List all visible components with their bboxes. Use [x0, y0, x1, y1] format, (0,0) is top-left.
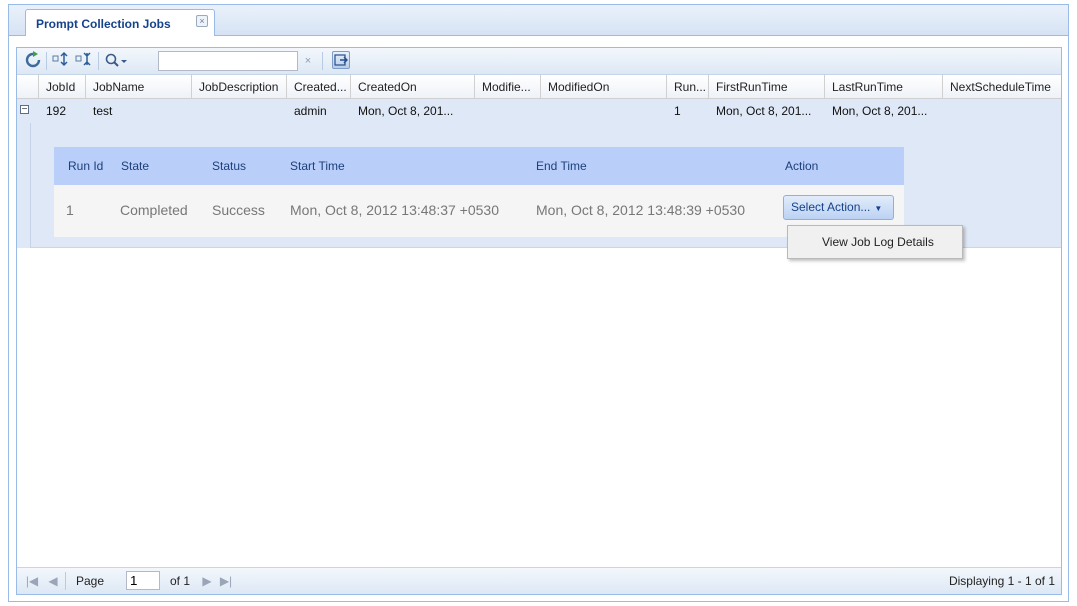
- cell-createdon: Mon, Oct 8, 201...: [358, 104, 454, 118]
- search-options-icon[interactable]: [103, 51, 129, 71]
- col-header-action[interactable]: Action: [785, 147, 818, 185]
- page-label: Page: [75, 574, 105, 588]
- page-count-label: of 1: [169, 574, 190, 588]
- grid-toolbar: ×: [17, 48, 1061, 75]
- first-page-icon[interactable]: |◀: [25, 572, 39, 590]
- run-details-header: Run Id State Status Start Time End Time …: [54, 147, 904, 185]
- col-header-firstruntime[interactable]: FirstRunTime: [709, 75, 825, 99]
- col-header-status[interactable]: Status: [212, 147, 246, 185]
- jobs-grid-panel: × JobId JobName JobDescription Created..…: [16, 47, 1062, 595]
- page-number-input[interactable]: [126, 571, 160, 590]
- col-header-modifiedby[interactable]: Modifie...: [475, 75, 541, 99]
- cell-jobid: 192: [46, 104, 67, 118]
- expander-gutter: [17, 123, 31, 248]
- run-details-grid: Run Id State Status Start Time End Time …: [54, 147, 904, 237]
- col-header-jobname[interactable]: JobName: [86, 75, 192, 99]
- col-header-start-time[interactable]: Start Time: [290, 147, 345, 185]
- expand-all-icon[interactable]: [51, 51, 71, 71]
- toolbar-separator: [46, 52, 47, 70]
- last-page-icon[interactable]: ▶|: [219, 572, 233, 590]
- cell-jobdescription: [192, 99, 287, 123]
- col-header-runs[interactable]: Run...: [667, 75, 709, 99]
- cell-createdby: admin: [294, 104, 327, 118]
- toolbar-separator: [322, 52, 323, 70]
- select-action-dropdown[interactable]: Select Action... ▼: [783, 195, 894, 220]
- display-info: Displaying 1 - 1 of 1: [948, 574, 1055, 588]
- cell-start-time: Mon, Oct 8, 2012 13:48:37 +0530: [290, 202, 499, 218]
- col-header-state[interactable]: State: [121, 147, 149, 185]
- refresh-icon[interactable]: [23, 51, 43, 71]
- col-header-modifiedon[interactable]: ModifiedOn: [541, 75, 667, 99]
- collapse-row-icon[interactable]: −: [20, 105, 29, 115]
- collapse-all-icon[interactable]: [74, 51, 94, 71]
- chevron-down-icon: ▼: [874, 204, 883, 213]
- menu-item-view-job-log-details[interactable]: View Job Log Details: [788, 226, 962, 258]
- col-header-jobid[interactable]: JobId: [39, 75, 86, 99]
- col-header-run-id[interactable]: Run Id: [68, 147, 103, 185]
- export-icon[interactable]: [332, 51, 350, 69]
- col-header-nextscheduletime[interactable]: NextScheduleTime: [943, 75, 1061, 99]
- cell-run-id: 1: [66, 202, 74, 218]
- jobs-window: Prompt Collection Jobs × × JobId JobName…: [8, 4, 1069, 602]
- cell-end-time: Mon, Oct 8, 2012 13:48:39 +0530: [536, 202, 745, 218]
- action-menu: View Job Log Details: [787, 225, 963, 259]
- toolbar-separator: [98, 52, 99, 70]
- grid-header-row: JobId JobName JobDescription Created... …: [17, 75, 1061, 99]
- expander-header: [17, 75, 39, 99]
- cell-state: Completed: [120, 202, 188, 218]
- prev-page-icon[interactable]: ◀: [47, 572, 59, 590]
- cell-runs: 1: [674, 104, 681, 118]
- cell-nextscheduletime: [943, 99, 1061, 123]
- cell-modifiedby: [475, 99, 541, 123]
- tab-strip: Prompt Collection Jobs ×: [9, 5, 1068, 36]
- clear-search-icon[interactable]: ×: [300, 51, 316, 71]
- tab-label: Prompt Collection Jobs: [36, 17, 171, 31]
- search-input[interactable]: [158, 51, 298, 71]
- paging-toolbar: |◀ ◀ Page of 1 ▶ ▶| Displaying 1 - 1 of …: [17, 567, 1061, 594]
- col-header-end-time[interactable]: End Time: [536, 147, 587, 185]
- cell-modifiedon: [541, 99, 667, 123]
- next-page-icon[interactable]: ▶: [201, 572, 213, 590]
- cell-firstruntime: Mon, Oct 8, 201...: [716, 104, 812, 118]
- cell-lastruntime: Mon, Oct 8, 201...: [832, 104, 928, 118]
- table-row[interactable]: − 192 test admin Mon, Oct 8, 201... 1 Mo…: [17, 99, 1061, 123]
- cell-jobname: test: [93, 104, 113, 118]
- col-header-jobdescription[interactable]: JobDescription: [192, 75, 287, 99]
- col-header-lastruntime[interactable]: LastRunTime: [825, 75, 943, 99]
- tab-prompt-collection-jobs[interactable]: Prompt Collection Jobs ×: [25, 9, 215, 36]
- tab-close-icon[interactable]: ×: [196, 15, 208, 27]
- select-action-label: Select Action...: [791, 200, 871, 214]
- col-header-createdon[interactable]: CreatedOn: [351, 75, 475, 99]
- run-row[interactable]: 1 Completed Success Mon, Oct 8, 2012 13:…: [54, 185, 904, 237]
- toolbar-separator: [65, 572, 66, 590]
- col-header-createdby[interactable]: Created...: [287, 75, 351, 99]
- cell-status: Success: [212, 202, 265, 218]
